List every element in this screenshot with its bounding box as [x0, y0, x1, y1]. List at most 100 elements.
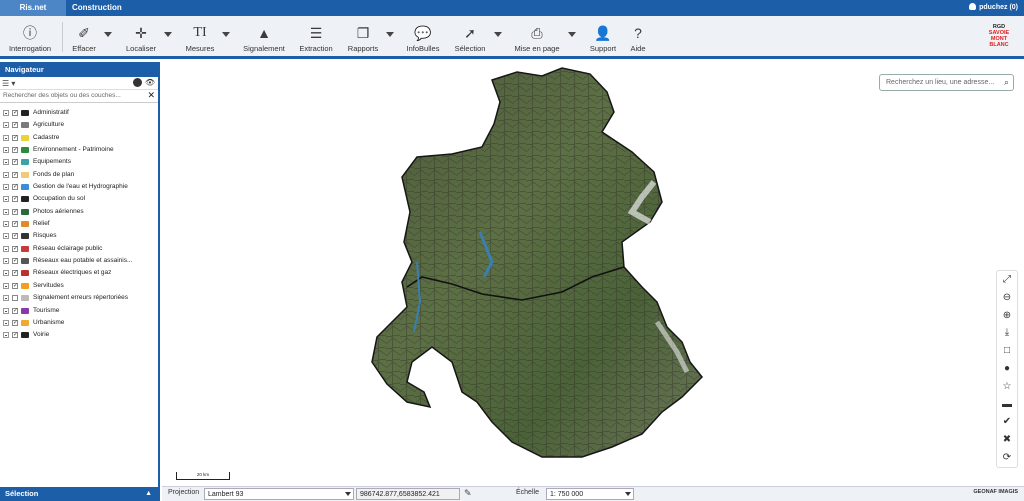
- layer-item[interactable]: Administratif: [0, 107, 158, 119]
- search-icon[interactable]: ⌕: [1004, 75, 1009, 90]
- tool-effacer[interactable]: ✐ Effacer: [66, 16, 102, 56]
- layer-item[interactable]: Agriculture: [0, 119, 158, 131]
- layer-checkbox[interactable]: [12, 119, 18, 131]
- expand-icon[interactable]: [3, 147, 9, 154]
- layer-checkbox[interactable]: [12, 295, 18, 302]
- selection-panel-header[interactable]: Sélection ▲: [0, 487, 158, 501]
- layer-checkbox[interactable]: [12, 218, 18, 230]
- layer-checkbox[interactable]: [12, 305, 18, 317]
- download-icon[interactable]: ⤓: [997, 324, 1017, 342]
- layer-item[interactable]: Environnement - Patrimoine: [0, 144, 158, 156]
- layer-checkbox[interactable]: [12, 317, 18, 329]
- layer-checkbox[interactable]: [12, 144, 18, 156]
- expand-icon[interactable]: [3, 171, 9, 178]
- globe-icon[interactable]: [133, 78, 142, 87]
- layer-item[interactable]: Fonds de plan: [0, 169, 158, 181]
- fullscreen-icon[interactable]: ⤢: [997, 271, 1017, 289]
- map-view[interactable]: Recherchez un lieu, une adresse... ⌕ 20 …: [162, 62, 1024, 486]
- expand-icon[interactable]: ▲: [145, 487, 152, 501]
- scale-select[interactable]: 1: 750 000: [546, 488, 634, 500]
- tool-rapports[interactable]: ❐ Rapports: [342, 16, 384, 56]
- tool-infobulles[interactable]: 💬 InfoBulles: [402, 16, 444, 56]
- layer-item[interactable]: Signalement erreurs répertoriées: [0, 292, 158, 304]
- star-icon[interactable]: ☆: [997, 378, 1017, 396]
- layer-item[interactable]: Réseau éclairage public: [0, 243, 158, 255]
- expand-icon[interactable]: [3, 307, 9, 314]
- layer-checkbox[interactable]: [12, 193, 18, 205]
- mise-en-page-dropdown[interactable]: [568, 32, 576, 37]
- zoom-out-icon[interactable]: ⊖: [997, 289, 1017, 307]
- layer-checkbox[interactable]: [12, 169, 18, 181]
- expand-icon[interactable]: [3, 221, 9, 228]
- tool-aide[interactable]: ? Aide: [624, 16, 652, 56]
- refresh-icon[interactable]: ⟳: [997, 449, 1017, 467]
- expand-icon[interactable]: [3, 233, 9, 240]
- effacer-dropdown[interactable]: [104, 32, 112, 37]
- layer-checkbox[interactable]: [12, 329, 18, 341]
- layer-item[interactable]: Risques: [0, 230, 158, 242]
- edit-icon[interactable]: ✎: [464, 488, 472, 499]
- expand-icon[interactable]: [3, 270, 9, 277]
- layer-item[interactable]: Urbanisme: [0, 317, 158, 329]
- tool-selection[interactable]: ➚ Sélection: [450, 16, 490, 56]
- minus-icon[interactable]: ▬: [997, 396, 1017, 414]
- layer-checkbox[interactable]: [12, 230, 18, 242]
- map-search-input[interactable]: Recherchez un lieu, une adresse... ⌕: [879, 74, 1014, 91]
- layer-checkbox[interactable]: [12, 267, 18, 279]
- layer-checkbox[interactable]: [12, 132, 18, 144]
- layer-item[interactable]: Voirie: [0, 329, 158, 341]
- layer-checkbox[interactable]: [12, 181, 18, 193]
- map-canvas[interactable]: [162, 62, 1024, 486]
- layer-item[interactable]: Réseaux électriques et gaz: [0, 267, 158, 279]
- layer-item[interactable]: Cadastre: [0, 132, 158, 144]
- tool-localiser[interactable]: ✛ Localiser: [120, 16, 162, 56]
- expand-icon[interactable]: [3, 122, 9, 129]
- selection-dropdown[interactable]: [494, 32, 502, 37]
- zoom-in-icon[interactable]: ⊕: [997, 307, 1017, 325]
- square-icon[interactable]: □: [997, 342, 1017, 360]
- projection-select[interactable]: Lambert 93: [204, 488, 354, 500]
- circle-icon[interactable]: ●: [997, 360, 1017, 378]
- tool-interrogation[interactable]: ⓘ Interrogation: [2, 16, 58, 56]
- eye-icon[interactable]: 👁: [145, 78, 155, 87]
- layer-checkbox[interactable]: [12, 156, 18, 168]
- expand-icon[interactable]: [3, 258, 9, 265]
- tool-mise-en-page[interactable]: ⎙ Mise en page: [510, 16, 564, 56]
- layer-item[interactable]: Réseaux eau potable et assainis...: [0, 255, 158, 267]
- clear-icon[interactable]: ✕: [147, 90, 155, 101]
- rapports-dropdown[interactable]: [386, 32, 394, 37]
- layer-item[interactable]: Servitudes: [0, 280, 158, 292]
- tab-risnet-gestion[interactable]: Ris.net Gestion: [0, 0, 66, 28]
- mesures-dropdown[interactable]: [222, 32, 230, 37]
- layer-checkbox[interactable]: [12, 206, 18, 218]
- tool-support[interactable]: 👤 Support: [586, 16, 620, 56]
- layer-item[interactable]: Occupation du sol: [0, 193, 158, 205]
- layer-search-input[interactable]: Rechercher des objets ou des couches...: [3, 92, 121, 99]
- layer-item[interactable]: Relief: [0, 218, 158, 230]
- expand-icon[interactable]: [3, 208, 9, 215]
- expand-icon[interactable]: [3, 159, 9, 166]
- expand-icon[interactable]: [3, 184, 9, 191]
- close-icon[interactable]: ✖: [997, 431, 1017, 449]
- check-circle-icon[interactable]: ✔: [997, 413, 1017, 431]
- layer-checkbox[interactable]: [12, 280, 18, 292]
- layer-item[interactable]: Equipements: [0, 156, 158, 168]
- layer-checkbox[interactable]: [12, 107, 18, 119]
- localiser-dropdown[interactable]: [164, 32, 172, 37]
- layer-checkbox[interactable]: [12, 243, 18, 255]
- layer-item[interactable]: Photos aériennes: [0, 206, 158, 218]
- expand-icon[interactable]: [3, 245, 9, 252]
- expand-icon[interactable]: [3, 295, 9, 302]
- expand-icon[interactable]: [3, 134, 9, 141]
- tool-mesures[interactable]: TI Mesures: [180, 16, 220, 56]
- expand-icon[interactable]: [3, 332, 9, 339]
- expand-icon[interactable]: [3, 282, 9, 289]
- tab-construction[interactable]: Construction: [66, 0, 122, 16]
- expand-icon[interactable]: [3, 110, 9, 116]
- expand-icon[interactable]: [3, 196, 9, 203]
- tool-extraction[interactable]: ☰ Extraction: [294, 16, 338, 56]
- layer-item[interactable]: Gestion de l'eau et Hydrographie: [0, 181, 158, 193]
- tool-signalement[interactable]: ▲ Signalement: [238, 16, 290, 56]
- user-menu[interactable]: pduchez (0): [969, 0, 1018, 16]
- layer-checkbox[interactable]: [12, 255, 18, 267]
